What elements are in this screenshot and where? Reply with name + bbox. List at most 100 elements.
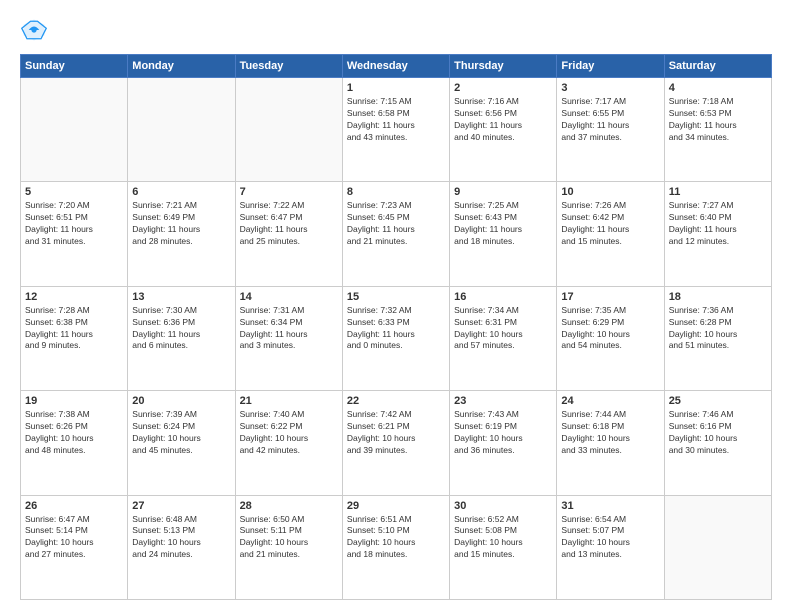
calendar-cell: 28 Sunrise: 6:50 AM Sunset: 5:11 PM Dayli… xyxy=(235,495,342,599)
calendar-header-friday: Friday xyxy=(557,55,664,78)
day-info: Sunrise: 7:27 AM Sunset: 6:40 PM Dayligh… xyxy=(669,200,767,248)
day-number: 25 xyxy=(669,395,767,407)
calendar-cell: 17 Sunrise: 7:35 AM Sunset: 6:29 PM Dayli… xyxy=(557,286,664,390)
calendar-cell: 29 Sunrise: 6:51 AM Sunset: 5:10 PM Dayli… xyxy=(342,495,449,599)
calendar-cell: 7 Sunrise: 7:22 AM Sunset: 6:47 PM Daylig… xyxy=(235,182,342,286)
calendar-header-row: SundayMondayTuesdayWednesdayThursdayFrid… xyxy=(21,55,772,78)
calendar-cell: 30 Sunrise: 6:52 AM Sunset: 5:08 PM Dayli… xyxy=(450,495,557,599)
calendar-cell: 25 Sunrise: 7:46 AM Sunset: 6:16 PM Dayli… xyxy=(664,391,771,495)
day-number: 8 xyxy=(347,186,445,198)
day-info: Sunrise: 6:48 AM Sunset: 5:13 PM Dayligh… xyxy=(132,514,230,562)
calendar-cell: 23 Sunrise: 7:43 AM Sunset: 6:19 PM Dayli… xyxy=(450,391,557,495)
calendar-cell: 26Sunrise: 6:47 AM Sunset: 5:14 PM Dayli… xyxy=(21,495,128,599)
calendar-cell: 31 Sunrise: 6:54 AM Sunset: 5:07 PM Dayli… xyxy=(557,495,664,599)
day-info: Sunrise: 7:15 AM Sunset: 6:58 PM Dayligh… xyxy=(347,96,445,144)
week-row-4: 19 Sunrise: 7:38 AM Sunset: 6:26 PM Dayli… xyxy=(21,391,772,495)
day-number: 1 xyxy=(347,82,445,94)
day-number: 23 xyxy=(454,395,552,407)
day-info: Sunrise: 6:50 AM Sunset: 5:11 PM Dayligh… xyxy=(240,514,338,562)
day-info: Sunrise: 7:26 AM Sunset: 6:42 PM Dayligh… xyxy=(561,200,659,248)
calendar-cell: 27 Sunrise: 6:48 AM Sunset: 5:13 PM Dayli… xyxy=(128,495,235,599)
calendar-cell: 22Sunrise: 7:42 AM Sunset: 6:21 PM Dayli… xyxy=(342,391,449,495)
day-number: 20 xyxy=(132,395,230,407)
calendar-header-tuesday: Tuesday xyxy=(235,55,342,78)
week-row-1: 1 Sunrise: 7:15 AM Sunset: 6:58 PM Daylig… xyxy=(21,78,772,182)
day-info: Sunrise: 6:47 AM Sunset: 5:14 PM Dayligh… xyxy=(25,514,123,562)
day-number: 5 xyxy=(25,186,123,198)
calendar-cell xyxy=(21,78,128,182)
logo xyxy=(20,16,52,44)
calendar-header-thursday: Thursday xyxy=(450,55,557,78)
calendar-cell: 4 Sunrise: 7:18 AM Sunset: 6:53 PM Daylig… xyxy=(664,78,771,182)
day-info: Sunrise: 7:31 AM Sunset: 6:34 PM Dayligh… xyxy=(240,305,338,353)
day-number: 2 xyxy=(454,82,552,94)
day-info: Sunrise: 6:52 AM Sunset: 5:08 PM Dayligh… xyxy=(454,514,552,562)
day-info: Sunrise: 7:20 AM Sunset: 6:51 PM Dayligh… xyxy=(25,200,123,248)
day-number: 31 xyxy=(561,500,659,512)
day-number: 17 xyxy=(561,291,659,303)
week-row-3: 12 Sunrise: 7:28 AM Sunset: 6:38 PM Dayli… xyxy=(21,286,772,390)
calendar-table: SundayMondayTuesdayWednesdayThursdayFrid… xyxy=(20,54,772,600)
day-number: 28 xyxy=(240,500,338,512)
day-number: 11 xyxy=(669,186,767,198)
calendar-cell: 18 Sunrise: 7:36 AM Sunset: 6:28 PM Dayli… xyxy=(664,286,771,390)
day-number: 13 xyxy=(132,291,230,303)
day-info: Sunrise: 7:25 AM Sunset: 6:43 PM Dayligh… xyxy=(454,200,552,248)
day-info: Sunrise: 7:23 AM Sunset: 6:45 PM Dayligh… xyxy=(347,200,445,248)
day-number: 6 xyxy=(132,186,230,198)
day-info: Sunrise: 7:18 AM Sunset: 6:53 PM Dayligh… xyxy=(669,96,767,144)
day-info: Sunrise: 7:44 AM Sunset: 6:18 PM Dayligh… xyxy=(561,409,659,457)
day-info: Sunrise: 7:30 AM Sunset: 6:36 PM Dayligh… xyxy=(132,305,230,353)
calendar-cell: 24 Sunrise: 7:44 AM Sunset: 6:18 PM Dayli… xyxy=(557,391,664,495)
day-number: 12 xyxy=(25,291,123,303)
day-number: 29 xyxy=(347,500,445,512)
calendar-cell: 10 Sunrise: 7:26 AM Sunset: 6:42 PM Dayli… xyxy=(557,182,664,286)
week-row-5: 26Sunrise: 6:47 AM Sunset: 5:14 PM Dayli… xyxy=(21,495,772,599)
day-number: 18 xyxy=(669,291,767,303)
calendar-cell: 9 Sunrise: 7:25 AM Sunset: 6:43 PM Daylig… xyxy=(450,182,557,286)
calendar-cell: 20Sunrise: 7:39 AM Sunset: 6:24 PM Dayli… xyxy=(128,391,235,495)
day-number: 27 xyxy=(132,500,230,512)
calendar-cell: 16 Sunrise: 7:34 AM Sunset: 6:31 PM Dayli… xyxy=(450,286,557,390)
day-info: Sunrise: 7:34 AM Sunset: 6:31 PM Dayligh… xyxy=(454,305,552,353)
calendar-cell: 8 Sunrise: 7:23 AM Sunset: 6:45 PM Daylig… xyxy=(342,182,449,286)
day-number: 7 xyxy=(240,186,338,198)
day-info: Sunrise: 7:21 AM Sunset: 6:49 PM Dayligh… xyxy=(132,200,230,248)
day-info: Sunrise: 6:51 AM Sunset: 5:10 PM Dayligh… xyxy=(347,514,445,562)
day-number: 10 xyxy=(561,186,659,198)
day-info: Sunrise: 7:46 AM Sunset: 6:16 PM Dayligh… xyxy=(669,409,767,457)
day-number: 16 xyxy=(454,291,552,303)
calendar-header-saturday: Saturday xyxy=(664,55,771,78)
day-number: 24 xyxy=(561,395,659,407)
calendar-cell: 5 Sunrise: 7:20 AM Sunset: 6:51 PM Daylig… xyxy=(21,182,128,286)
day-number: 9 xyxy=(454,186,552,198)
day-number: 4 xyxy=(669,82,767,94)
calendar-cell: 1 Sunrise: 7:15 AM Sunset: 6:58 PM Daylig… xyxy=(342,78,449,182)
calendar-cell: 15 Sunrise: 7:32 AM Sunset: 6:33 PM Dayli… xyxy=(342,286,449,390)
calendar-cell: 3Sunrise: 7:17 AM Sunset: 6:55 PM Daylig… xyxy=(557,78,664,182)
day-info: Sunrise: 7:43 AM Sunset: 6:19 PM Dayligh… xyxy=(454,409,552,457)
logo-icon xyxy=(20,16,48,44)
day-info: Sunrise: 7:32 AM Sunset: 6:33 PM Dayligh… xyxy=(347,305,445,353)
day-number: 19 xyxy=(25,395,123,407)
calendar-cell: 21Sunrise: 7:40 AM Sunset: 6:22 PM Dayli… xyxy=(235,391,342,495)
day-number: 30 xyxy=(454,500,552,512)
header xyxy=(20,16,772,44)
day-info: Sunrise: 6:54 AM Sunset: 5:07 PM Dayligh… xyxy=(561,514,659,562)
calendar-cell xyxy=(664,495,771,599)
calendar-cell xyxy=(235,78,342,182)
day-info: Sunrise: 7:36 AM Sunset: 6:28 PM Dayligh… xyxy=(669,305,767,353)
day-info: Sunrise: 7:16 AM Sunset: 6:56 PM Dayligh… xyxy=(454,96,552,144)
day-info: Sunrise: 7:28 AM Sunset: 6:38 PM Dayligh… xyxy=(25,305,123,353)
day-number: 15 xyxy=(347,291,445,303)
page: SundayMondayTuesdayWednesdayThursdayFrid… xyxy=(0,0,792,612)
calendar-cell: 6 Sunrise: 7:21 AM Sunset: 6:49 PM Daylig… xyxy=(128,182,235,286)
day-info: Sunrise: 7:22 AM Sunset: 6:47 PM Dayligh… xyxy=(240,200,338,248)
day-number: 3 xyxy=(561,82,659,94)
calendar-cell: 2 Sunrise: 7:16 AM Sunset: 6:56 PM Daylig… xyxy=(450,78,557,182)
day-info: Sunrise: 7:38 AM Sunset: 6:26 PM Dayligh… xyxy=(25,409,123,457)
day-number: 21 xyxy=(240,395,338,407)
calendar-header-monday: Monday xyxy=(128,55,235,78)
calendar-cell: 13 Sunrise: 7:30 AM Sunset: 6:36 PM Dayli… xyxy=(128,286,235,390)
day-info: Sunrise: 7:35 AM Sunset: 6:29 PM Dayligh… xyxy=(561,305,659,353)
